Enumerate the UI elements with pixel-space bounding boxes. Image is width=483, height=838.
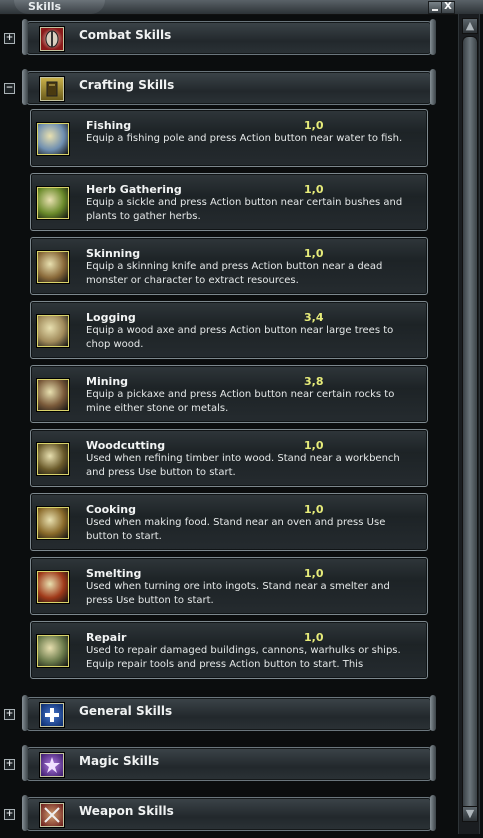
- hammer-icon: [37, 635, 69, 667]
- skill-name: Skinning: [86, 247, 141, 260]
- skill-description: Equip a fishing pole and press Action bu…: [86, 133, 403, 144]
- expand-general-skills-button[interactable]: +: [4, 709, 15, 720]
- shield-icon: [40, 27, 64, 51]
- category-crafting-skills[interactable]: Crafting Skills: [22, 69, 436, 105]
- star-icon: [40, 753, 64, 777]
- pickaxe-icon: [37, 379, 69, 411]
- furnace-icon: [37, 571, 69, 603]
- skill-row-skinning[interactable]: Skinning 1,0 Equip a skinning knife and pr…: [30, 237, 428, 295]
- category-weapon-skills[interactable]: Weapon Skills: [22, 795, 436, 831]
- scroll-down-button[interactable]: ▼: [462, 806, 478, 822]
- skill-description: Used to repair damaged buildings, cannon…: [86, 645, 401, 670]
- category-magic-skills[interactable]: Magic Skills: [22, 745, 436, 781]
- vertical-scrollbar[interactable]: ▲ ▼: [458, 14, 480, 834]
- skill-description: Equip a sickle and press Action button n…: [86, 197, 403, 222]
- expand-weapon-skills-button[interactable]: +: [4, 809, 15, 820]
- category-label: Combat Skills: [79, 28, 172, 42]
- skill-name: Repair: [86, 631, 127, 644]
- skill-value: 1,0: [304, 567, 324, 580]
- skill-name: Mining: [86, 375, 129, 388]
- minimize-icon: [432, 9, 438, 11]
- herb-icon: [37, 187, 69, 219]
- skill-description: Used when making food. Stand near an ove…: [86, 517, 386, 542]
- close-button[interactable]: X: [441, 1, 455, 14]
- skill-name: Herb Gathering: [86, 183, 182, 196]
- skill-value: 3,8: [304, 375, 324, 388]
- collapse-crafting-skills-button[interactable]: −: [4, 83, 15, 94]
- skill-description: Equip a skinning knife and press Action …: [86, 261, 383, 286]
- skill-value: 3,4: [304, 311, 324, 324]
- saw-icon: [37, 443, 69, 475]
- category-label: General Skills: [79, 704, 173, 718]
- skill-value: 1,0: [304, 183, 324, 196]
- minimize-button[interactable]: [428, 1, 442, 14]
- scroll-thumb[interactable]: [462, 36, 478, 822]
- skill-row-smelting[interactable]: Smelting 1,0 Used when turning ore into in…: [30, 557, 428, 615]
- skill-description: Equip a wood axe and press Action button…: [86, 325, 394, 350]
- category-label: Crafting Skills: [79, 78, 175, 92]
- skill-value: 1,0: [304, 503, 324, 516]
- skill-name: Fishing: [86, 119, 132, 132]
- expand-combat-skills-button[interactable]: +: [4, 33, 15, 44]
- skill-description: Equip a pickaxe and press Action button …: [86, 389, 395, 414]
- book-icon: [40, 77, 64, 101]
- skill-value: 1,0: [304, 247, 324, 260]
- skill-name: Woodcutting: [86, 439, 166, 452]
- skill-row-cooking[interactable]: Cooking 1,0 Used when making food. Stand n…: [30, 493, 428, 551]
- category-combat-skills[interactable]: Combat Skills: [22, 19, 436, 55]
- window-titlebar[interactable]: Skills X: [0, 0, 483, 15]
- category-label: Weapon Skills: [79, 804, 174, 818]
- skill-value: 1,0: [304, 119, 324, 132]
- logs-icon: [37, 315, 69, 347]
- skill-name: Smelting: [86, 567, 142, 580]
- scroll-up-button[interactable]: ▲: [462, 18, 478, 34]
- skill-row-logging[interactable]: Logging 3,4 Equip a wood axe and press Act…: [30, 301, 428, 359]
- skill-row-herb-gathering[interactable]: Herb Gathering 1,0 Equip a sickle and pres…: [30, 173, 428, 231]
- skill-row-woodcutting[interactable]: Woodcutting 1,0 Used when refining timber …: [30, 429, 428, 487]
- skill-description: Used when refining timber into wood. Sta…: [86, 453, 400, 478]
- skill-row-fishing[interactable]: Fishing 1,0 Equip a fishing pole and press…: [30, 109, 428, 167]
- hide-icon: [37, 251, 69, 283]
- crossed-swords-icon: [40, 803, 64, 827]
- expand-magic-skills-button[interactable]: +: [4, 759, 15, 770]
- skill-name: Logging: [86, 311, 136, 324]
- skill-value: 1,0: [304, 439, 324, 452]
- skill-description: Used when turning ore into ingots. Stand…: [86, 581, 390, 606]
- fish-icon: [37, 123, 69, 155]
- skill-value: 1,0: [304, 631, 324, 644]
- cross-icon: [40, 703, 64, 727]
- skill-row-mining[interactable]: Mining 3,8 Equip a pickaxe and press Actio…: [30, 365, 428, 423]
- category-label: Magic Skills: [79, 754, 160, 768]
- skill-row-repair[interactable]: Repair 1,0 Used to repair damaged building…: [30, 621, 428, 679]
- skill-name: Cooking: [86, 503, 136, 516]
- category-general-skills[interactable]: General Skills: [22, 695, 436, 731]
- window-title: Skills: [14, 0, 106, 14]
- pot-icon: [37, 507, 69, 539]
